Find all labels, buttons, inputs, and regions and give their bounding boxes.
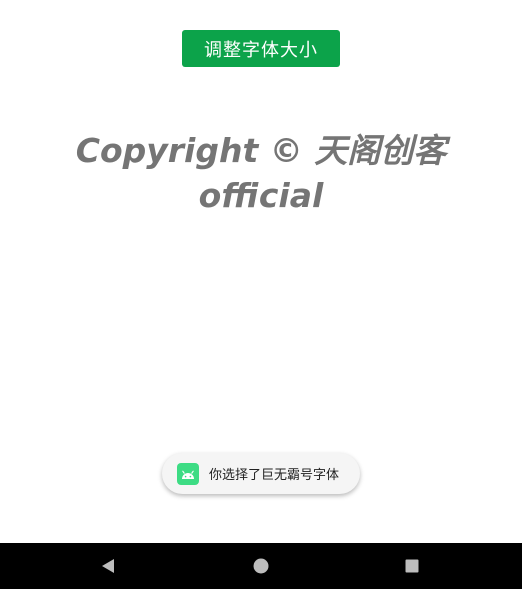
app-screen: 调整字体大小 Copyright © 天阁创客 official 你选择了巨无霸… — [0, 0, 522, 589]
back-button[interactable] — [78, 543, 138, 589]
android-icon — [177, 462, 199, 485]
recents-button[interactable] — [382, 543, 442, 589]
copyright-text: Copyright © 天阁创客 official — [75, 131, 447, 215]
toast-message: 你选择了巨无霸号字体 — [162, 453, 360, 494]
system-navigation-bar — [0, 543, 522, 589]
toast-text: 你选择了巨无霸号字体 — [209, 468, 340, 483]
back-triangle-icon — [102, 559, 114, 573]
recents-square-icon — [405, 559, 419, 573]
home-button[interactable] — [231, 543, 291, 589]
home-circle-icon — [253, 558, 269, 574]
adjust-font-size-button[interactable]: 调整字体大小 — [182, 30, 340, 67]
